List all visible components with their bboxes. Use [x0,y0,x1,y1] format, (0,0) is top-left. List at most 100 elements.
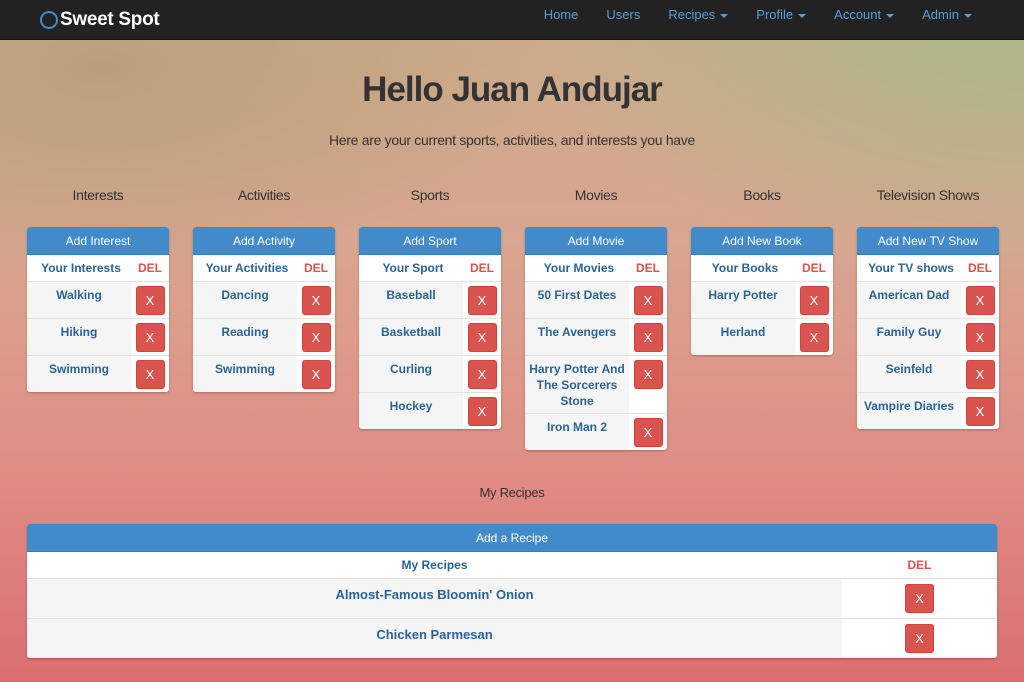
movies-row: Harry Potter And The Sorcerers Stone X [525,355,667,413]
books-item-name[interactable]: Herland [691,319,795,355]
recipes-del-column-label: DEL [907,558,932,572]
activities-column-label: Your Activities [205,261,289,275]
add-movies-button[interactable]: Add Movie [525,227,667,255]
nav-account-dropdown[interactable]: Account [820,0,908,30]
sports-item-name[interactable]: Curling [359,356,463,392]
sports-del-column-label: DEL [470,261,494,275]
delete-recipe-button[interactable]: X [905,584,934,613]
sports-heading: Sports [410,187,450,203]
movies-item-name[interactable]: Harry Potter And The Sorcerers Stone [525,356,629,413]
sports-card: Add Sport Your Sport DEL Baseball X Basketbal… [359,227,501,429]
delete-sports-item-button[interactable]: X [467,360,497,389]
nav-admin-dropdown[interactable]: Admin [908,0,986,30]
sports-item-name[interactable]: Basketball [359,319,463,355]
interests-item-name[interactable]: Hiking [27,319,131,355]
movies-item-name[interactable]: The Avengers [525,319,629,355]
delete-recipe-button[interactable]: X [905,624,934,653]
interests-item-name[interactable]: Swimming [27,356,131,392]
activities-item-name[interactable]: Swimming [193,356,297,392]
sports-item-delete-cell: X [463,356,501,392]
tv-item-name[interactable]: American Dad [857,282,961,318]
movies-item-name[interactable]: 50 First Dates [525,282,629,318]
sports-column-label: Your Sport [382,261,444,275]
interests-table-header: Your Interests DEL [27,255,169,281]
recipe-list: Almost-Famous Bloomin' Onion X Chicken Par… [27,578,997,658]
nav-profile-dropdown[interactable]: Profile [742,0,820,30]
delete-movies-item-button[interactable]: X [633,286,663,315]
movies-item-delete-cell: X [629,282,667,318]
caret-down-icon [798,13,807,18]
nav-users-label: Users [606,7,641,22]
delete-interests-item-button[interactable]: X [135,360,165,389]
nav-home[interactable]: Home [530,0,593,30]
activities-row: Dancing X [193,281,335,318]
delete-sports-item-button[interactable]: X [467,397,497,426]
add-tv-button[interactable]: Add New TV Show [857,227,999,255]
interests-del-column-label: DEL [138,261,162,275]
books-item-delete-cell: X [795,319,833,355]
nav-users[interactable]: Users [592,0,654,30]
activities-item-name[interactable]: Dancing [193,282,297,318]
delete-books-item-button[interactable]: X [799,323,829,352]
caret-down-icon [886,13,895,18]
add-sports-button[interactable]: Add Sport [359,227,501,255]
delete-sports-item-button[interactable]: X [467,286,497,315]
add-interests-button[interactable]: Add Interest [27,227,169,255]
delete-activities-item-button[interactable]: X [301,360,331,389]
interests-row: Walking X [27,281,169,318]
add-books-button[interactable]: Add New Book [691,227,833,255]
tv-item-name[interactable]: Vampire Diaries [857,393,961,429]
interests-heading: Interests [72,187,124,203]
caret-down-icon [720,13,729,18]
recipe-delete-cell: X [842,579,997,618]
delete-tv-item-button[interactable]: X [965,323,995,352]
movies-row: Iron Man 2X [525,413,667,450]
recipes-table-header: My Recipes DEL [27,552,997,578]
delete-tv-item-button[interactable]: X [965,397,995,426]
delete-sports-item-button[interactable]: X [467,323,497,352]
books-column-label: Your Books [711,261,779,275]
delete-activities-item-button[interactable]: X [301,286,331,315]
tv-item-name[interactable]: Seinfeld [857,356,961,392]
books-item-delete-cell: X [795,282,833,318]
nav-recipes-label: Recipes [668,7,716,22]
books-item-name[interactable]: Harry Potter [691,282,795,318]
recipe-row: Chicken Parmesan X [27,618,997,658]
delete-tv-item-button[interactable]: X [965,360,995,389]
sports-table-header: Your Sport DEL [359,255,501,281]
delete-movies-item-button[interactable]: X [633,418,663,447]
delete-activities-item-button[interactable]: X [301,323,331,352]
delete-books-item-button[interactable]: X [799,286,829,315]
recipe-name[interactable]: Chicken Parmesan [27,619,842,658]
sports-item-delete-cell: X [463,282,501,318]
tv-item-delete-cell: X [961,282,999,318]
nav-recipes-dropdown[interactable]: Recipes [654,0,742,30]
recipe-name[interactable]: Almost-Famous Bloomin' Onion [27,579,842,618]
books-heading: Books [743,187,781,203]
tv-row: Family Guy X [857,318,999,355]
delete-movies-item-button[interactable]: X [633,360,663,389]
tv-item-name[interactable]: Family Guy [857,319,961,355]
delete-interests-item-button[interactable]: X [135,323,165,352]
sports-row: Baseball X [359,281,501,318]
add-activities-button[interactable]: Add Activity [193,227,335,255]
delete-movies-item-button[interactable]: X [633,323,663,352]
brand-logo[interactable]: Sweet Spot [40,7,160,33]
sports-item-delete-cell: X [463,393,501,429]
movies-card: Add Movie Your Movies DEL 50 First Dates X Th… [525,227,667,450]
sports-row: Basketball X [359,318,501,355]
delete-tv-item-button[interactable]: X [965,286,995,315]
sports-item-name[interactable]: Baseball [359,282,463,318]
interests-item-name[interactable]: Walking [27,282,131,318]
add-recipe-button[interactable]: Add a Recipe [27,524,997,552]
movies-heading: Movies [574,187,618,203]
interests-column-label: Your Interests [41,261,121,275]
sports-item-name[interactable]: Hockey [359,393,463,429]
books-row: Harry Potter X [691,281,833,318]
activities-item-delete-cell: X [297,319,335,355]
movies-item-name[interactable]: Iron Man 2 [525,414,629,450]
delete-interests-item-button[interactable]: X [135,286,165,315]
activities-item-name[interactable]: Reading [193,319,297,355]
activities-row: Swimming X [193,355,335,392]
activities-item-delete-cell: X [297,282,335,318]
